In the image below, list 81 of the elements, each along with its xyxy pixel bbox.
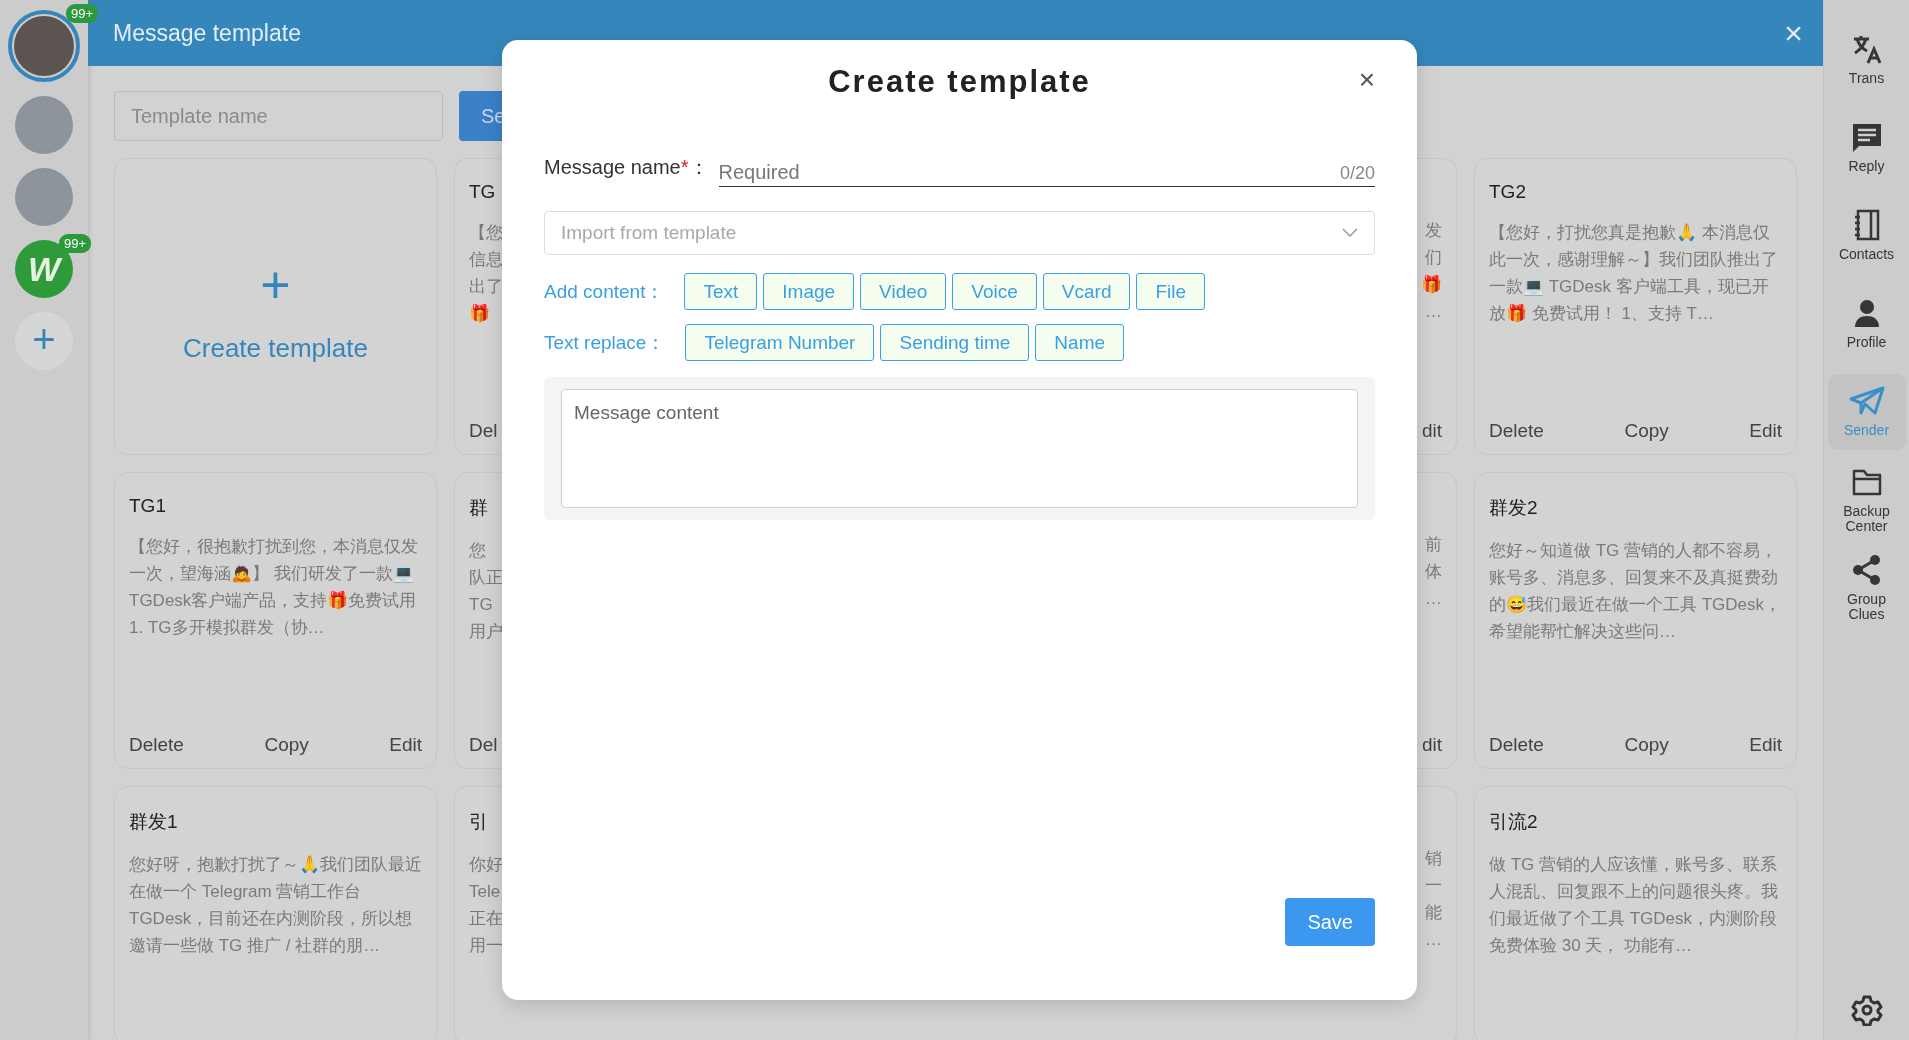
- card-action-link[interactable]: Delete: [1489, 734, 1544, 756]
- share-icon: [1850, 553, 1883, 586]
- sidebar-label: Profile: [1846, 335, 1887, 351]
- template-preview: 们: [1425, 247, 1442, 269]
- template-preview: 信息: [469, 249, 502, 271]
- character-counter: 0/20: [1339, 161, 1375, 187]
- sidebar-label: Backup Center: [1842, 503, 1891, 535]
- template-preview: 发: [1425, 220, 1442, 242]
- template-title: TG: [469, 181, 497, 203]
- card-action-link[interactable]: dit: [1421, 420, 1442, 442]
- template-preview: 一: [1425, 875, 1442, 897]
- card-action-link[interactable]: dit: [1421, 734, 1442, 756]
- template-preview: 您: [469, 540, 487, 562]
- sidebar-item[interactable]: Group Clues: [1827, 550, 1906, 626]
- template-preview: …: [1425, 929, 1442, 951]
- template-title: 引流2: [1489, 810, 1539, 834]
- add-content-label: Add content：: [544, 279, 665, 304]
- sidebar-item[interactable]: Contacts: [1827, 198, 1906, 274]
- card-action-link[interactable]: Delete: [129, 734, 184, 756]
- template-preview: 用一: [469, 935, 502, 957]
- sidebar-item[interactable]: Trans: [1827, 22, 1906, 98]
- template-preview: Tele: [469, 881, 502, 903]
- sidebar-item[interactable]: Backup Center: [1827, 462, 1906, 538]
- card-action-link[interactable]: Del: [469, 420, 498, 442]
- card-action-link[interactable]: Del: [469, 734, 498, 756]
- template-preview: 你好: [469, 854, 502, 876]
- close-button[interactable]: ×: [1358, 66, 1375, 94]
- template-title: TG2: [1489, 181, 1527, 203]
- plus-icon: +: [260, 259, 291, 311]
- template-preview: 能: [1425, 902, 1442, 924]
- template-title: 群: [469, 496, 489, 520]
- settings-icon[interactable]: [1850, 994, 1883, 1026]
- card-action-link[interactable]: Edit: [389, 734, 422, 756]
- sidebar-label: Trans: [1848, 71, 1885, 87]
- template-preview: TG: [469, 594, 494, 616]
- card-action-link[interactable]: Edit: [1749, 420, 1782, 442]
- create-template-label: Create template: [183, 333, 368, 364]
- template-title: 群发2: [1489, 496, 1539, 520]
- chat-icon: [1850, 121, 1883, 154]
- template-preview: 【您: [469, 222, 502, 244]
- sidebar-label: Group Clues: [1846, 591, 1887, 623]
- template-preview: 🎁: [1421, 274, 1442, 296]
- message-name-field[interactable]: Required: [718, 161, 1340, 187]
- dialog-title: Create template: [828, 64, 1091, 100]
- template-preview: 做 TG 营销的人应该懂，账号多、联系人混乱、回复跟不上的问题很头疼。我们最近做了个工具 TGDesk，内测阶段免费体验 30 天， 功能有…: [1489, 854, 1779, 957]
- template-title: TG1: [129, 495, 167, 517]
- template-preview: 【您好，很抱歉打扰到您，本消息仅发一次，望海涵🙇】 我们研发了一款💻TGDesk客户端产品，支持🎁免费试用 1. TG多开模拟群发（协…: [129, 536, 419, 639]
- template-title: 群发1: [129, 810, 179, 834]
- template-preview: 销: [1425, 848, 1442, 870]
- template-preview: 🎁: [469, 303, 491, 325]
- chevron-down-icon: [1342, 228, 1358, 238]
- close-button[interactable]: ×: [1784, 17, 1803, 49]
- template-preview: …: [1425, 301, 1442, 323]
- template-preview: 您好呀，抱歉打扰了～🙏我们团队最近在做一个 Telegram 营销工作台 TGDesk，目前还在内测阶段，所以想邀请一些做 TG 推广 / 社群的朋…: [129, 854, 422, 957]
- unread-badge: 99+: [65, 4, 98, 23]
- template-preview: 正在: [469, 908, 502, 930]
- template-preview: 您好～知道做 TG 营销的人都不容易，账号多、消息多、回复来不及真挺费劲的😅我们最近在做一个工具 TGDesk，希望能帮忙解决这些问…: [1489, 540, 1782, 643]
- search-field[interactable]: Template name: [114, 91, 443, 141]
- card-action-link[interactable]: Edit: [1749, 734, 1782, 756]
- message-content-field[interactable]: Message content: [561, 389, 1358, 508]
- sidebar-item[interactable]: Profile: [1827, 286, 1906, 362]
- unread-badge: 99+: [58, 234, 91, 253]
- template-preview: 前: [1425, 534, 1442, 556]
- template-preview: 队正: [469, 567, 502, 589]
- sidebar-item[interactable]: Reply: [1827, 110, 1906, 186]
- template-preview: 出了: [469, 276, 502, 298]
- template-preview: 用户: [469, 621, 502, 643]
- field-label: Message name*：: [544, 155, 709, 180]
- sidebar-label: Sender: [1843, 423, 1890, 439]
- page-title: Message template: [113, 19, 301, 47]
- sidebar-label: Reply: [1848, 159, 1885, 175]
- sidebar-label: Contacts: [1838, 247, 1895, 263]
- template-preview: …: [1425, 588, 1442, 610]
- card-action-link[interactable]: Delete: [1489, 420, 1544, 442]
- card-action-link[interactable]: Copy: [1624, 420, 1669, 442]
- template-preview: 【您好，打扰您真是抱歉🙏 本消息仅此一次，感谢理解～】我们团队推出了一款💻 TGDesk 客户端工具，现已开放🎁 免费试用！ 1、支持 T…: [1489, 222, 1779, 325]
- template-title: 引: [469, 810, 489, 834]
- template-preview: 体: [1425, 561, 1442, 583]
- text-replace-label: Text replace：: [544, 330, 666, 355]
- card-action-link[interactable]: Copy: [264, 734, 309, 756]
- card-action-link[interactable]: Copy: [1624, 734, 1669, 756]
